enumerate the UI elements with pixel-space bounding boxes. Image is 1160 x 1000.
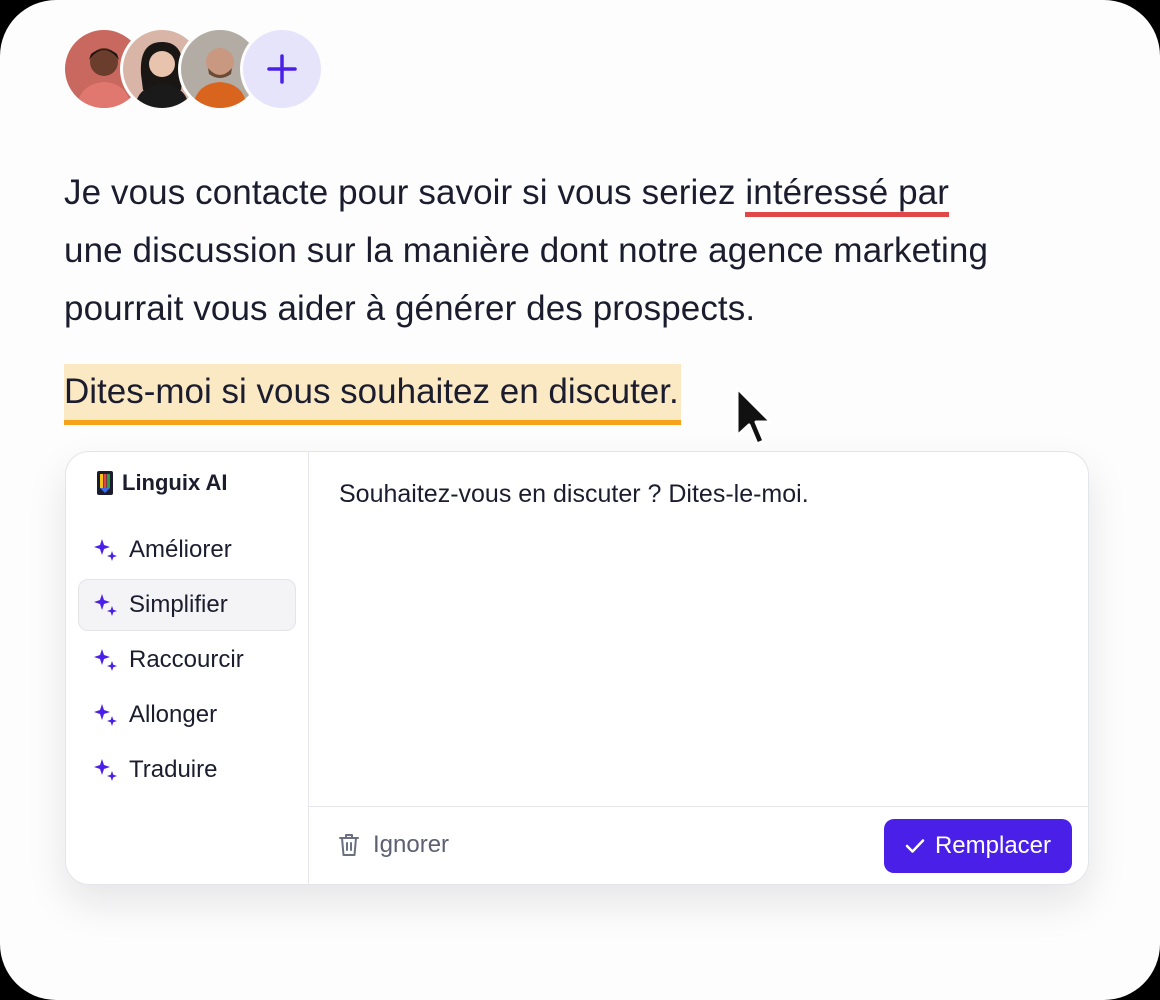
panel-footer: Ignorer Remplacer — [309, 806, 1088, 884]
menu-item-traduire[interactable]: Traduire — [78, 744, 296, 796]
menu-item-label: Traduire — [129, 756, 218, 783]
paragraph-text: Je vous contacte pour savoir si vous ser… — [64, 173, 746, 212]
sparkle-icon — [94, 594, 117, 616]
selected-sentence[interactable]: Dites-moi si vous souhaitez en discuter. — [64, 364, 681, 425]
sparkle-icon — [94, 539, 117, 561]
menu-item-simplifier[interactable]: Simplifier — [78, 579, 296, 631]
sparkle-icon — [94, 759, 117, 781]
menu-item-label: Améliorer — [129, 536, 232, 563]
document-paragraph[interactable]: Je vous contacte pour savoir si vous ser… — [64, 164, 1064, 338]
menu-item-label: Simplifier — [129, 591, 228, 618]
plus-icon — [267, 54, 297, 84]
ignore-button[interactable]: Ignorer — [337, 831, 449, 859]
menu-item-allonger[interactable]: Allonger — [78, 689, 296, 741]
menu-item-label: Allonger — [129, 701, 218, 728]
replace-label: Remplacer — [934, 832, 1052, 859]
menu-item-raccourcir[interactable]: Raccourcir — [78, 634, 296, 686]
sparkle-icon — [94, 704, 117, 726]
paragraph-line: pourrait vous aider à générer des prospe… — [64, 289, 756, 328]
add-collaborator-button[interactable] — [240, 27, 324, 111]
mouse-cursor-icon — [735, 386, 773, 446]
ignore-label: Ignorer — [373, 831, 450, 858]
replace-button[interactable]: Remplacer — [884, 819, 1072, 873]
checkmark-icon — [905, 839, 925, 853]
action-menu: Améliorer Simplifier Raccourcir Allonger… — [78, 524, 296, 799]
trash-icon — [339, 834, 359, 856]
grammar-error-highlight[interactable]: intéressé par — [745, 173, 950, 217]
brand-name: Linguix AI — [122, 470, 228, 495]
suggestion-text[interactable]: Souhaitez-vous en discuter ? Dites-le-mo… — [339, 480, 809, 509]
ai-assistant-panel: Linguix AI Améliorer Simplifier Raccourc… — [65, 451, 1089, 885]
brand: Linguix AI — [96, 470, 228, 496]
suggestion-area: Souhaitez-vous en discuter ? Dites-le-mo… — [309, 452, 1088, 806]
paragraph-line: une discussion sur la manière dont notre… — [64, 231, 989, 270]
linguix-logo-icon — [97, 471, 113, 495]
assistant-sidebar: Linguix AI Améliorer Simplifier Raccourc… — [66, 452, 309, 884]
sparkle-icon — [94, 649, 117, 671]
menu-item-label: Raccourcir — [129, 646, 244, 673]
editor-card: Je vous contacte pour savoir si vous ser… — [0, 0, 1160, 1000]
menu-item-ameliorer[interactable]: Améliorer — [78, 524, 296, 576]
